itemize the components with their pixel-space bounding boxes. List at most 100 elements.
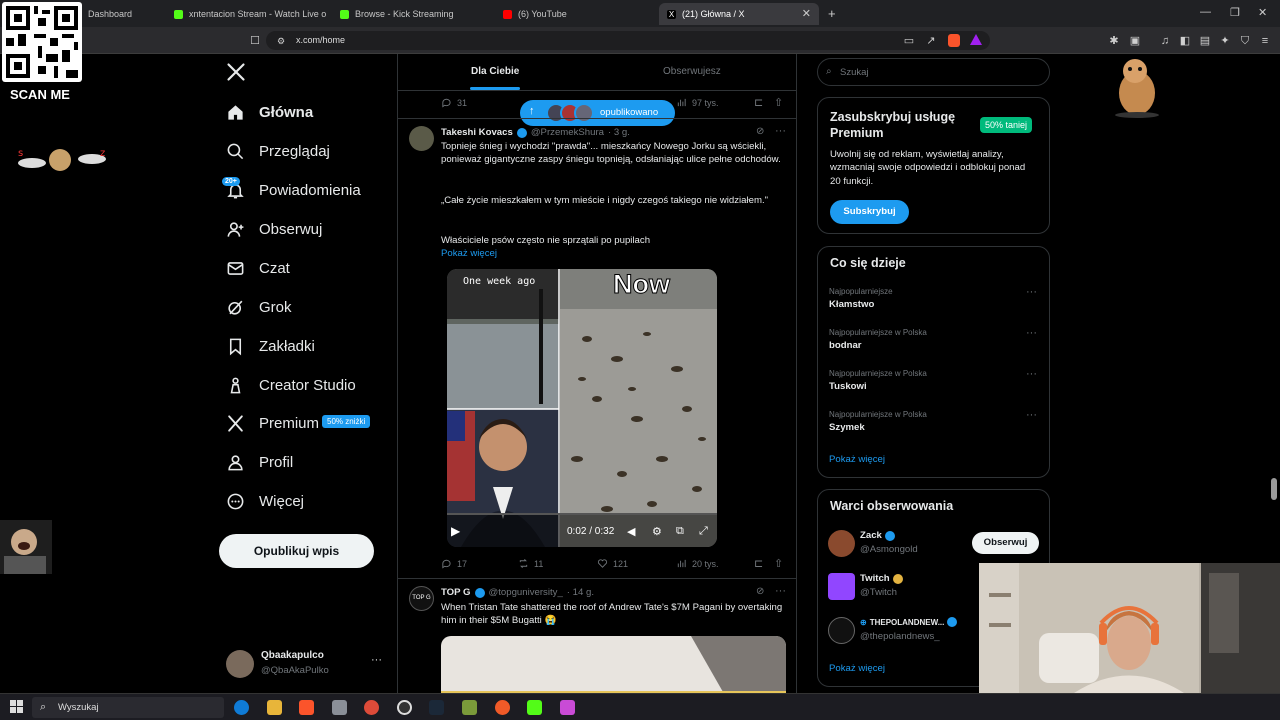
kick-icon[interactable] [527, 700, 542, 715]
site-info-icon[interactable]: ⚙ [274, 34, 288, 48]
brave-shield-icon[interactable] [948, 34, 960, 47]
sidebar-item-bookmarks[interactable]: Zakładki [226, 334, 315, 358]
follow-show-more[interactable]: Pokaż więcej [829, 663, 885, 674]
tweet-media[interactable] [441, 636, 786, 694]
play-icon[interactable]: ▶ [451, 524, 460, 538]
account-switcher[interactable]: Qbaakapulco @QbaAkaPulko ··· [226, 648, 386, 684]
taskbar-search[interactable]: ⌕ Wyszukaj [32, 697, 224, 718]
subscribe-button[interactable]: Subskrybuj [830, 200, 909, 224]
steam-icon[interactable] [429, 700, 444, 715]
minimize-icon[interactable]: — [1200, 6, 1211, 18]
screenshot-icon[interactable]: ▭ [902, 34, 916, 48]
tab-kick-browse[interactable]: Browse - Kick Streaming [332, 3, 492, 25]
sidebar-item-follow[interactable]: Obserwuj [226, 217, 322, 241]
sidebar-item-chat[interactable]: Czat [226, 256, 290, 280]
tweet-time[interactable]: · 14 g. [567, 587, 594, 598]
app-icon[interactable] [560, 700, 575, 715]
tab-for-you[interactable]: Dla Ciebie [471, 66, 519, 77]
settings-gear-icon[interactable]: ⚙ [652, 525, 662, 538]
edge-icon[interactable] [234, 700, 249, 715]
author-handle[interactable]: @PrzemekShura [531, 127, 604, 138]
bookmark-icon[interactable]: ⊏ [754, 557, 763, 570]
fullscreen-icon[interactable]: ⤢ [699, 525, 708, 538]
grok-explain-icon[interactable]: ⊘ [756, 126, 764, 137]
brave-icon[interactable] [299, 700, 314, 715]
tab-youtube[interactable]: (6) YouTube [495, 3, 655, 25]
sidebar-item-label: Grok [259, 298, 292, 316]
trends-show-more[interactable]: Pokaż więcej [829, 454, 885, 465]
bookmark-page-icon[interactable]: ☐ [248, 34, 262, 48]
x-logo-icon[interactable] [226, 62, 246, 82]
restore-icon[interactable]: ❐ [1230, 6, 1240, 19]
minecraft-icon[interactable] [462, 700, 477, 715]
sidebar-item-home[interactable]: Główna [226, 100, 313, 124]
sidebar-item-grok[interactable]: Grok [226, 295, 292, 319]
tweet-more-icon[interactable]: ··· [775, 125, 786, 137]
search-input[interactable]: ⌕ Szukaj [817, 58, 1050, 86]
picture-in-picture-icon[interactable]: ⧉ [676, 525, 684, 538]
sidebar-item-notifications[interactable]: Powiadomienia [226, 178, 361, 202]
share-icon[interactable]: ⇧ [774, 96, 783, 109]
show-more-link[interactable]: Pokaż więcej [441, 247, 786, 260]
close-window-icon[interactable]: ✕ [1258, 6, 1267, 19]
grok-explain-icon[interactable]: ⊘ [756, 586, 764, 597]
tab-x-home[interactable]: X (21) Główna / X ✕ [659, 3, 819, 25]
app-icon[interactable] [495, 700, 510, 715]
prev-views-button[interactable]: 97 tys. [676, 97, 719, 108]
sidebar-item-more[interactable]: Więcej [226, 489, 304, 513]
capture-icon[interactable]: ▣ [1128, 34, 1142, 48]
author-handle[interactable]: @topguniversity_ [489, 587, 563, 598]
extensions-icon[interactable]: ✱ [1107, 34, 1121, 48]
media-icon[interactable]: ♫ [1158, 34, 1172, 48]
url-field[interactable]: x.com/home [266, 31, 990, 50]
heart-icon [597, 559, 608, 568]
sidebar-item-creator-studio[interactable]: Creator Studio [226, 373, 356, 397]
views-button[interactable]: 20 tys. [676, 558, 719, 569]
tab-dashboard[interactable]: Dashboard [80, 3, 166, 25]
close-tab-icon[interactable]: ✕ [802, 7, 811, 20]
obs-icon[interactable] [397, 700, 412, 715]
account-more-icon[interactable]: ··· [371, 654, 382, 666]
sidebar-item-label: Przeglądaj [259, 142, 330, 160]
new-tab-button[interactable]: + [828, 6, 836, 21]
tab-kick-stream[interactable]: xntentacion Stream - Watch Live on K [166, 3, 326, 25]
file-explorer-icon[interactable] [267, 700, 282, 715]
avatar[interactable] [409, 126, 434, 151]
post-button[interactable]: Opublikuj wpis [219, 534, 374, 568]
like-button[interactable]: 121 [597, 558, 628, 569]
reply-button[interactable]: 17 [441, 558, 467, 569]
volume-icon[interactable]: ◀ [627, 525, 635, 538]
trend-more-icon[interactable]: ··· [1026, 409, 1037, 421]
share-icon[interactable]: ⇧ [774, 557, 783, 570]
trend-more-icon[interactable]: ··· [1026, 286, 1037, 298]
chrome-icon[interactable] [364, 700, 379, 715]
tweet-time[interactable]: · 3 g. [608, 127, 630, 138]
trend-more-icon[interactable]: ··· [1026, 368, 1037, 380]
sidebar-item-explore[interactable]: Przeglądaj [226, 139, 330, 163]
repost-button[interactable]: 11 [518, 558, 543, 569]
follow-button[interactable]: Obserwuj [972, 532, 1039, 554]
tab-following[interactable]: Obserwujesz [663, 66, 721, 77]
author-name[interactable]: TOP G [441, 587, 471, 598]
youtube-icon [503, 9, 512, 19]
tweet-more-icon[interactable]: ··· [775, 585, 786, 597]
menu-icon[interactable]: ≡ [1258, 34, 1272, 48]
trend-more-icon[interactable]: ··· [1026, 327, 1037, 339]
vpn-icon[interactable]: ⛉ [1238, 34, 1252, 48]
wallet-icon[interactable]: ▤ [1198, 34, 1212, 48]
video-player[interactable]: One week ago Now ▶ 0:02 / 0:32 ◀ ⚙ ⧉ ⤢ [447, 269, 717, 547]
page-scrollbar[interactable] [1271, 478, 1277, 500]
sidebar-item-profile[interactable]: Profil [226, 450, 293, 474]
avatar[interactable]: TOP G [409, 586, 434, 611]
brave-rewards-icon[interactable] [970, 34, 982, 45]
share-icon[interactable]: ↗ [924, 34, 938, 48]
author-name[interactable]: Takeshi Kovacs [441, 127, 513, 138]
windows-start-icon[interactable] [10, 700, 23, 713]
prev-reply-button[interactable]: 31 [441, 97, 467, 108]
bookmark-icon[interactable]: ⊏ [754, 96, 763, 109]
app-icon[interactable] [332, 700, 347, 715]
sidebar-toggle-icon[interactable]: ◧ [1178, 34, 1192, 48]
leo-ai-icon[interactable]: ✦ [1218, 34, 1232, 48]
sidebar-item-premium[interactable]: Premium [226, 411, 319, 435]
new-posts-toast[interactable]: ↑ opublikowano [520, 100, 675, 126]
